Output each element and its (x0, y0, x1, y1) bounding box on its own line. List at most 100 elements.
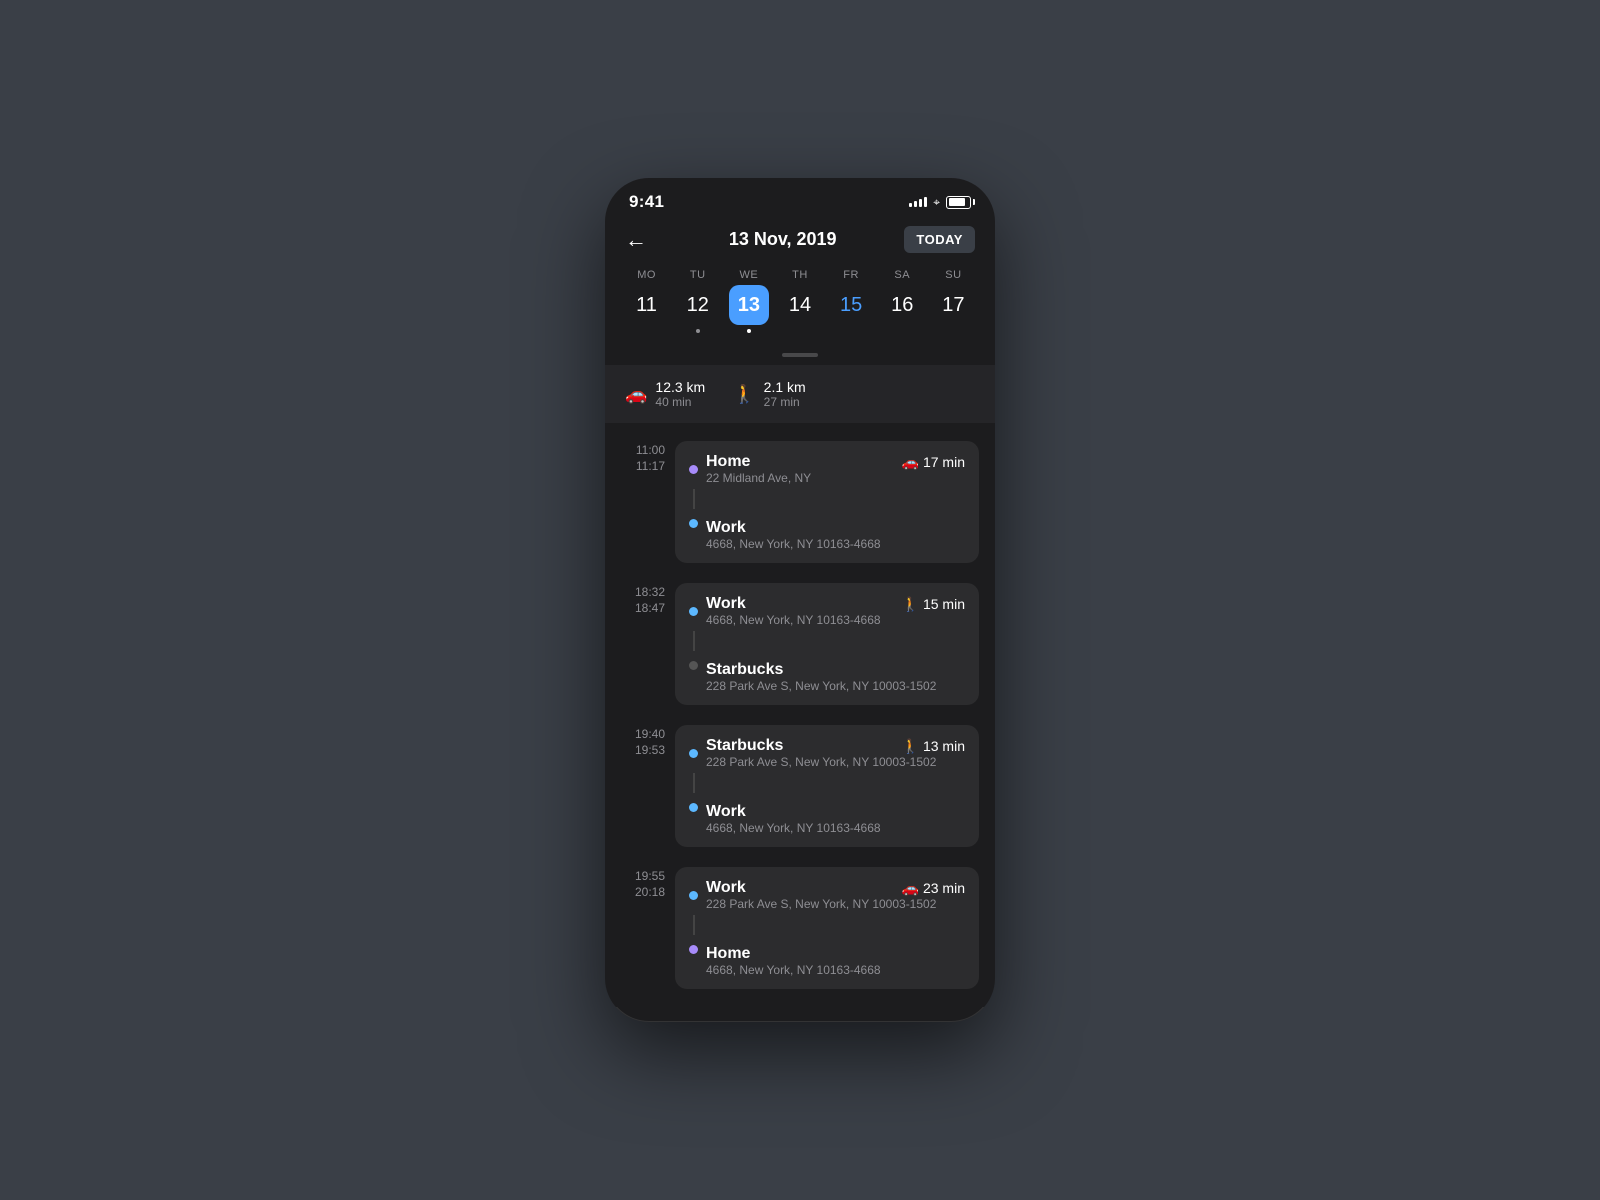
origin-name: Home (706, 453, 750, 471)
summary-bar: 🚗 12.3 km 40 min 🚶 2.1 km 27 min (605, 365, 995, 423)
connector-line (693, 489, 695, 509)
trip-row[interactable]: 18:32 18:47 Work 🚶15 min4668, New York, NY … (605, 573, 995, 715)
origin-address: 228 Park Ave S, New York, NY 10003-1502 (706, 897, 965, 911)
origin-name: Starbucks (706, 737, 783, 755)
day-number: 12 (678, 285, 718, 325)
car-stat: 🚗 12.3 km 40 min (625, 379, 705, 409)
walk-icon: 🚶 (902, 738, 919, 755)
calendar-day-17[interactable]: SU 17 (929, 269, 977, 333)
car-icon: 🚗 (625, 384, 647, 405)
connector-line (693, 773, 695, 793)
trip-time-start: 18:32 (635, 585, 665, 599)
day-dot (747, 329, 751, 333)
dest-dot (689, 661, 698, 670)
calendar-day-16[interactable]: SA 16 (878, 269, 926, 333)
dest-dot (689, 519, 698, 528)
dest-name: Work (706, 803, 881, 821)
dest-address: 4668, New York, NY 10163-4668 (706, 821, 881, 835)
day-label: FR (843, 269, 859, 281)
dest-address: 4668, New York, NY 10163-4668 (706, 963, 881, 977)
transport-info: 🚗23 min (902, 880, 965, 897)
dest-dot (689, 945, 698, 954)
trip-card: Starbucks 🚶13 min228 Park Ave S, New York… (675, 725, 979, 847)
trip-time-start: 19:40 (635, 727, 665, 741)
origin-name: Work (706, 595, 746, 613)
day-number: 11 (627, 285, 667, 325)
battery-icon (946, 196, 971, 209)
origin-dot (689, 465, 698, 474)
header: ← 13 Nov, 2019 TODAY (605, 218, 995, 269)
car-duration: 40 min (655, 395, 705, 409)
calendar-day-11[interactable]: MO 11 (623, 269, 671, 333)
trip-time-end: 11:17 (636, 459, 665, 473)
car-distance: 12.3 km (655, 379, 705, 395)
dest-address: 228 Park Ave S, New York, NY 10003-1502 (706, 679, 936, 693)
day-label: MO (637, 269, 656, 281)
connector-line (693, 631, 695, 651)
day-label: SU (945, 269, 961, 281)
trip-row[interactable]: 11:00 11:17 Home 🚗17 min22 Midland Ave, NY W… (605, 431, 995, 573)
car-icon: 🚗 (902, 454, 919, 471)
transport-duration: 17 min (923, 454, 965, 470)
origin-dot (689, 749, 698, 758)
status-icons: ⌖ (909, 195, 971, 210)
day-label: TH (792, 269, 808, 281)
walk-stat: 🚶 2.1 km 27 min (733, 379, 805, 409)
transport-info: 🚗17 min (902, 454, 965, 471)
trip-card: Work 🚶15 min4668, New York, NY 10163-4668… (675, 583, 979, 705)
car-icon: 🚗 (902, 880, 919, 897)
trip-card: Work 🚗23 min228 Park Ave S, New York, NY … (675, 867, 979, 989)
dest-name: Home (706, 945, 881, 963)
calendar-day-15[interactable]: FR 15 (827, 269, 875, 333)
trip-row[interactable]: 19:55 20:18 Work 🚗23 min228 Park Ave S, New… (605, 857, 995, 999)
day-number: 14 (780, 285, 820, 325)
origin-name: Work (706, 879, 746, 897)
transport-duration: 13 min (923, 738, 965, 754)
calendar-day-12[interactable]: TU 12 (674, 269, 722, 333)
day-number: 17 (933, 285, 973, 325)
phone-frame: 9:41 ⌖ ← 13 Nov, 2019 TODAY MO 11 TU 12 WE 13… (605, 178, 995, 1022)
calendar-day-13[interactable]: WE 13 (725, 269, 773, 333)
day-label: WE (739, 269, 758, 281)
dest-name: Starbucks (706, 661, 936, 679)
origin-address: 228 Park Ave S, New York, NY 10003-1502 (706, 755, 965, 769)
transport-info: 🚶13 min (902, 738, 965, 755)
day-row: MO 11 TU 12 WE 13 TH 14 FR 15 SA 16 SU 17 (621, 269, 979, 333)
day-number: 15 (831, 285, 871, 325)
day-dot (696, 329, 700, 333)
status-time: 9:41 (629, 192, 664, 212)
page-title: 13 Nov, 2019 (729, 229, 837, 250)
transport-duration: 15 min (923, 596, 965, 612)
scroll-handle (605, 345, 995, 365)
day-number: 16 (882, 285, 922, 325)
walk-duration: 27 min (764, 395, 806, 409)
walk-icon: 🚶 (902, 596, 919, 613)
connector-line (693, 915, 695, 935)
day-label: TU (690, 269, 706, 281)
walk-distance: 2.1 km (764, 379, 806, 395)
day-number: 13 (729, 285, 769, 325)
dest-dot (689, 803, 698, 812)
dest-address: 4668, New York, NY 10163-4668 (706, 537, 881, 551)
day-label: SA (894, 269, 910, 281)
transport-info: 🚶15 min (902, 596, 965, 613)
back-button[interactable]: ← (625, 227, 661, 253)
today-button[interactable]: TODAY (904, 226, 975, 253)
wifi-icon: ⌖ (933, 195, 940, 210)
trip-row[interactable]: 19:40 19:53 Starbucks 🚶13 min228 Park Ave S… (605, 715, 995, 857)
calendar-day-14[interactable]: TH 14 (776, 269, 824, 333)
trip-time-end: 18:47 (635, 601, 665, 615)
transport-duration: 23 min (923, 880, 965, 896)
trip-time-start: 11:00 (636, 443, 665, 457)
status-bar: 9:41 ⌖ (605, 178, 995, 218)
origin-address: 4668, New York, NY 10163-4668 (706, 613, 965, 627)
signal-icon (909, 197, 927, 207)
dest-name: Work (706, 519, 881, 537)
origin-address: 22 Midland Ave, NY (706, 471, 965, 485)
trip-time-end: 20:18 (635, 885, 665, 899)
trip-time-end: 19:53 (635, 743, 665, 757)
walk-icon: 🚶 (733, 384, 755, 405)
trip-time-start: 19:55 (635, 869, 665, 883)
origin-dot (689, 607, 698, 616)
calendar-strip: MO 11 TU 12 WE 13 TH 14 FR 15 SA 16 SU 17 (605, 269, 995, 345)
